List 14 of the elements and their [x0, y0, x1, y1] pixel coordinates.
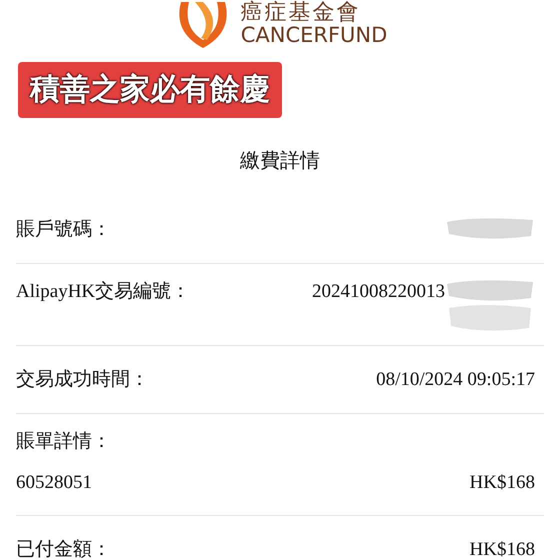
logo-chinese-name: 癌症基金會: [240, 1, 362, 23]
bill-number: 60528051: [16, 470, 92, 494]
row-label: 交易成功時間：: [16, 368, 149, 392]
row-label: 已付金額：: [16, 538, 111, 560]
row-label: AlipayHK交易編號：: [16, 280, 190, 304]
row-label: 賬單詳情：: [16, 431, 111, 452]
page-title: 繳費詳情: [240, 150, 320, 172]
row-value: 20241008220013: [312, 280, 445, 304]
row-value: HK$168: [470, 538, 535, 560]
row-value: HK$168: [470, 470, 535, 494]
logo-english-name: CANCERFUND: [240, 25, 388, 46]
row-value: 08/10/2024 09:05:17: [376, 368, 535, 392]
motto-banner: 積善之家必有餘慶: [18, 62, 282, 118]
row-label: 賬戶號碼：: [16, 218, 111, 242]
